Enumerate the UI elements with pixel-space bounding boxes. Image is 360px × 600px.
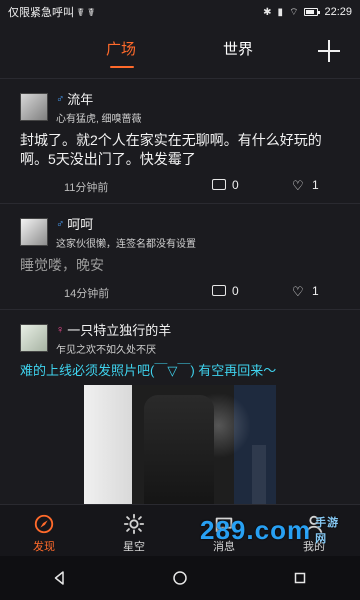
plus-icon[interactable] — [318, 40, 340, 62]
status-bar: 仅限紧急呼叫 ☤ ☤ ✱ ▮ ⌔ 22:29 — [0, 0, 360, 24]
user-bio: 这家伙很懒，连签名都没有设置 — [56, 239, 196, 250]
post-header: ♀ 一只特立独行的羊 乍见之欢不如久处不厌 — [20, 320, 348, 356]
watermark-subtext: 手游网 — [315, 517, 340, 545]
post[interactable]: ♂ 呵呵 这家伙很懒，连签名都没有设置 睡觉喽，晚安 14分钟前 0 ♡ 1 — [0, 203, 360, 309]
post-time: 11分钟前 — [64, 182, 109, 194]
user-bio: 乍见之欢不如久处不厌 — [56, 345, 156, 356]
post-content: 封城了。就2个人在家实在无聊啊。有什么好玩的啊。5天没出门了。快发霉了 — [20, 132, 322, 167]
photo-subject — [84, 385, 132, 504]
name-row: ♀ 一只特立独行的羊 — [56, 320, 171, 339]
battery-icon — [304, 8, 321, 16]
avatar[interactable] — [20, 218, 48, 246]
back-icon[interactable] — [51, 569, 69, 587]
post-time: 14分钟前 — [64, 288, 110, 300]
tab-label: 发现 — [33, 541, 55, 553]
post-meta: 14分钟前 0 ♡ 1 — [20, 283, 348, 301]
male-icon: ♂ — [56, 92, 65, 105]
active-tab-indicator — [110, 66, 134, 68]
compass-icon — [34, 514, 54, 534]
status-right: ✱ ▮ ⌔ 22:29 — [263, 6, 352, 19]
watermark-text: 289.com — [200, 514, 312, 545]
vibrate-icon: ▮ — [277, 6, 284, 18]
like-count: 1 — [312, 284, 319, 298]
post[interactable]: ♂ 流年 心有猛虎, 细嗅蔷薇 封城了。就2个人在家实在无聊啊。有什么好玩的啊。… — [0, 78, 360, 203]
wifi-icon: ⌔ — [289, 6, 299, 18]
tab-world[interactable]: 世界 — [223, 38, 253, 59]
post-header: ♂ 流年 心有猛虎, 细嗅蔷薇 — [20, 89, 348, 125]
tab-label: 星空 — [123, 541, 145, 553]
tab-starsky[interactable]: 星空 — [104, 513, 164, 554]
recents-icon[interactable] — [291, 569, 309, 587]
clock: 22:29 — [324, 6, 352, 18]
username[interactable]: 流年 — [67, 89, 93, 108]
heart-icon[interactable]: ♡ — [292, 178, 304, 194]
tab-plaza[interactable]: 广场 — [106, 38, 136, 59]
photo-object — [144, 395, 214, 504]
male-icon: ♂ — [56, 217, 65, 230]
comment-count: 0 — [232, 284, 239, 298]
post-meta: 11分钟前 0 ♡ 1 — [20, 177, 348, 195]
comment-icon[interactable] — [212, 179, 226, 190]
post[interactable]: ♀ 一只特立独行的羊 乍见之欢不如久处不厌 难的上线必须发照片吧(￣▽￣) 有空… — [0, 309, 360, 504]
avatar[interactable] — [20, 324, 48, 352]
avatar[interactable] — [20, 93, 48, 121]
carrier-text: 仅限紧急呼叫 ☤ ☤ — [8, 7, 95, 19]
status-left: 仅限紧急呼叫 ☤ ☤ — [8, 4, 95, 20]
name-row: ♂ 流年 — [56, 89, 142, 108]
like-count: 1 — [312, 178, 319, 192]
female-icon: ♀ — [56, 323, 65, 336]
username[interactable]: 一只特立独行的羊 — [67, 320, 171, 339]
user-bio: 心有猛虎, 细嗅蔷薇 — [56, 114, 142, 125]
watermark-logo: 289.com 手游网 — [200, 506, 350, 554]
post-content: 难的上线必须发照片吧(￣▽￣) 有空再回来～ — [20, 363, 277, 378]
post-photo[interactable] — [84, 385, 276, 504]
post-header: ♂ 呵呵 这家伙很懒，连签名都没有设置 — [20, 214, 348, 250]
bluetooth-icon: ✱ — [263, 6, 272, 18]
comment-count: 0 — [232, 178, 239, 192]
system-nav — [0, 556, 360, 600]
top-nav: 广场 世界 — [0, 24, 360, 78]
sun-icon — [123, 513, 145, 535]
comment-icon[interactable] — [212, 285, 226, 296]
name-row: ♂ 呵呵 — [56, 214, 196, 233]
heart-icon[interactable]: ♡ — [292, 284, 304, 300]
home-icon[interactable] — [171, 569, 189, 587]
photo-overlay — [252, 445, 266, 504]
feed: ♂ 流年 心有猛虎, 细嗅蔷薇 封城了。就2个人在家实在无聊啊。有什么好玩的啊。… — [0, 78, 360, 504]
username[interactable]: 呵呵 — [67, 214, 93, 233]
tab-discover[interactable]: 发现 — [14, 513, 74, 554]
post-content: 睡觉喽，晚安 — [20, 257, 104, 273]
